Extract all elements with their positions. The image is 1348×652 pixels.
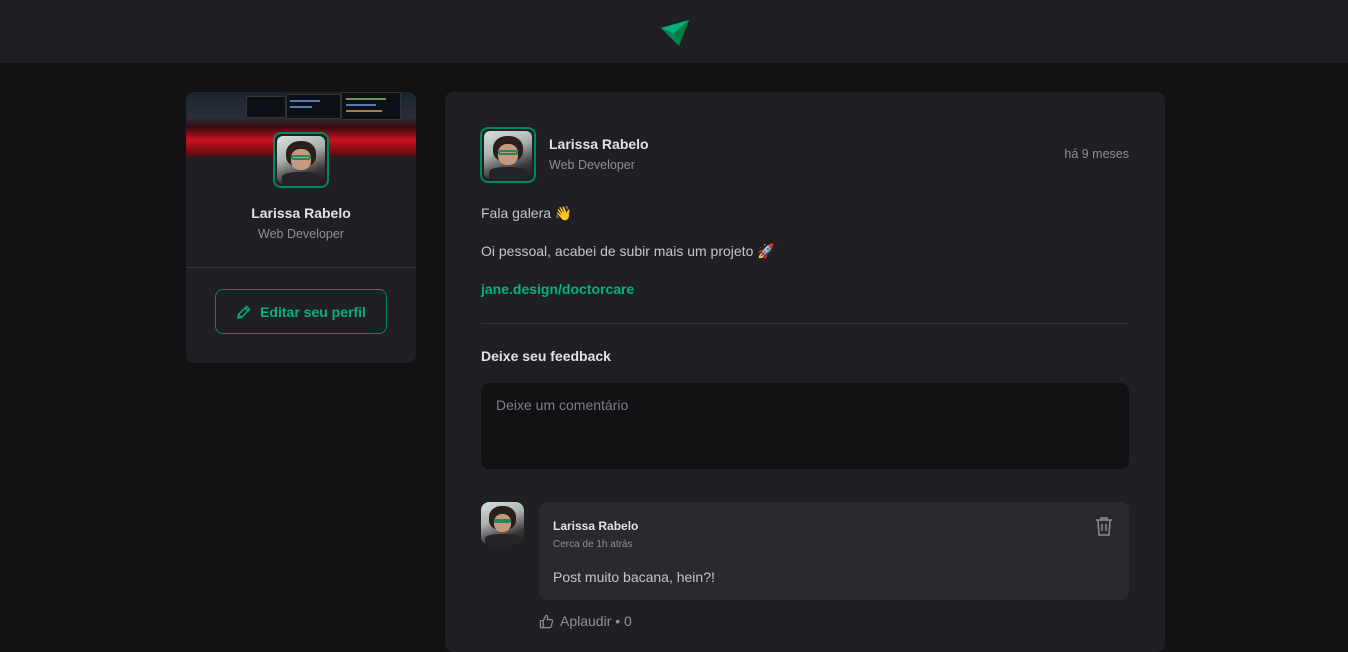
ignite-feed-logo-icon[interactable] [659, 16, 691, 48]
edit-profile-button[interactable]: Editar seu perfil [215, 289, 387, 334]
post-author-name: Larissa Rabelo [549, 136, 649, 152]
applaud-label: Aplaudir • 0 [560, 613, 632, 629]
applaud-button[interactable]: Aplaudir • 0 [539, 613, 632, 629]
post-link[interactable]: jane.design/doctorcare [481, 281, 634, 297]
comment-input[interactable] [481, 383, 1129, 469]
post-content-line: Fala galera 👋 [481, 205, 573, 221]
comment-author-name: Larissa Rabelo [553, 519, 639, 533]
comment-card: Larissa Rabelo Cerca de 1h atrás Post mu… [539, 502, 1129, 600]
pencil-icon [237, 305, 251, 319]
post-author-role: Web Developer [549, 158, 635, 172]
post-content-line: Oi pessoal, acabei de subir mais um proj… [481, 243, 775, 259]
feedback-title: Deixe seu feedback [481, 348, 611, 364]
divider [186, 267, 416, 268]
post-author-avatar[interactable] [480, 127, 536, 183]
profile-avatar[interactable] [273, 132, 329, 188]
edit-profile-label: Editar seu perfil [260, 303, 366, 320]
profile-sidebar: Larissa Rabelo Web Developer Editar seu … [186, 92, 416, 363]
divider [481, 323, 1129, 324]
comment-text: Post muito bacana, hein?! [553, 569, 715, 585]
comment-author-avatar[interactable] [481, 502, 524, 545]
profile-name: Larissa Rabelo [251, 205, 351, 221]
profile-role: Web Developer [258, 227, 344, 241]
comment-time: Cerca de 1h atrás [553, 539, 633, 550]
trash-icon[interactable] [1095, 516, 1113, 536]
post-card: Larissa Rabelo Web Developer há 9 meses … [445, 92, 1165, 652]
post-published-time: há 9 meses [1064, 147, 1129, 161]
thumbs-up-icon [539, 614, 554, 628]
top-bar [0, 0, 1348, 63]
